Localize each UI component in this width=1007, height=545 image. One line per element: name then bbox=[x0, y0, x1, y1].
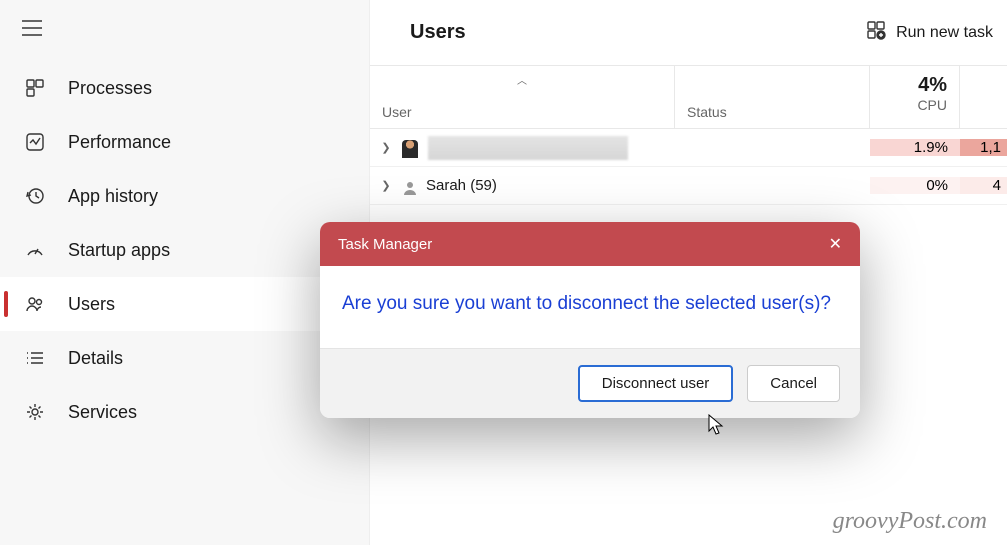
sidebar: Processes Performance App history Startu… bbox=[0, 0, 370, 545]
col-memory[interactable] bbox=[960, 66, 1007, 128]
dialog-titlebar: Task Manager ✕ bbox=[320, 222, 860, 266]
cancel-button[interactable]: Cancel bbox=[747, 365, 840, 402]
disconnect-user-button[interactable]: Disconnect user bbox=[578, 365, 734, 402]
nav-label: App history bbox=[68, 186, 158, 207]
nav-processes[interactable]: Processes bbox=[0, 61, 369, 115]
nav-services[interactable]: Services bbox=[0, 385, 369, 439]
col-status-label: Status bbox=[687, 104, 727, 120]
cell-cpu: 0% bbox=[870, 177, 960, 194]
run-new-task-button[interactable]: Run new task bbox=[866, 20, 993, 45]
run-task-icon bbox=[866, 20, 886, 45]
table-row[interactable]: ❯ Sarah (59) 0% 4 bbox=[370, 167, 1007, 205]
users-icon bbox=[24, 293, 46, 315]
cpu-total: 4% bbox=[918, 74, 947, 97]
dialog-footer: Disconnect user Cancel bbox=[320, 348, 860, 418]
nav-label: Processes bbox=[68, 78, 152, 99]
nav-users[interactable]: Users bbox=[0, 277, 369, 331]
nav-startup-apps[interactable]: Startup apps bbox=[0, 223, 369, 277]
confirm-disconnect-dialog: Task Manager ✕ Are you sure you want to … bbox=[320, 222, 860, 418]
nav-label: Details bbox=[68, 348, 123, 369]
list-icon bbox=[24, 347, 46, 369]
gauge-icon bbox=[24, 239, 46, 261]
nav-label: Users bbox=[68, 294, 115, 315]
run-task-label: Run new task bbox=[896, 24, 993, 42]
watermark: groovyPost.com bbox=[833, 508, 987, 535]
expand-icon[interactable]: ❯ bbox=[378, 141, 394, 154]
cell-user: ❯ bbox=[370, 136, 675, 160]
user-name: Sarah (59) bbox=[426, 177, 497, 194]
grid-icon bbox=[24, 77, 46, 99]
avatar bbox=[400, 138, 420, 158]
nav-label: Performance bbox=[68, 132, 171, 153]
sort-asc-icon: ︿ bbox=[517, 72, 527, 87]
gear-icon bbox=[24, 401, 46, 423]
close-icon[interactable]: ✕ bbox=[829, 234, 842, 254]
nav-label: Services bbox=[68, 402, 137, 423]
nav-list: Processes Performance App history Startu… bbox=[0, 61, 369, 439]
col-user-label: User bbox=[382, 104, 674, 120]
expand-icon[interactable]: ❯ bbox=[378, 179, 394, 192]
col-cpu[interactable]: 4% CPU bbox=[870, 66, 960, 128]
main-header: Users Run new task bbox=[370, 0, 1007, 65]
hamburger-icon bbox=[22, 20, 42, 36]
page-title: Users bbox=[410, 21, 466, 44]
dialog-title: Task Manager bbox=[338, 236, 432, 253]
col-user[interactable]: ︿ User bbox=[370, 66, 675, 128]
dialog-message: Are you sure you want to disconnect the … bbox=[320, 266, 860, 348]
table-row[interactable]: ❯ 1.9% 1,1 bbox=[370, 129, 1007, 167]
nav-label: Startup apps bbox=[68, 240, 170, 261]
cell-memory: 4 bbox=[960, 177, 1007, 194]
activity-icon bbox=[24, 131, 46, 153]
hamburger-menu[interactable] bbox=[0, 8, 369, 61]
avatar-generic-icon bbox=[400, 176, 420, 196]
col-cpu-label: CPU bbox=[917, 97, 947, 113]
nav-details[interactable]: Details bbox=[0, 331, 369, 385]
col-status[interactable]: Status bbox=[675, 66, 870, 128]
cell-memory: 1,1 bbox=[960, 139, 1007, 156]
nav-app-history[interactable]: App history bbox=[0, 169, 369, 223]
cell-cpu: 1.9% bbox=[870, 139, 960, 156]
cell-user: ❯ Sarah (59) bbox=[370, 176, 675, 196]
table-header: ︿ User Status 4% CPU bbox=[370, 65, 1007, 129]
table-body: ❯ 1.9% 1,1 ❯ Sarah (59) 0% 4 bbox=[370, 129, 1007, 205]
nav-performance[interactable]: Performance bbox=[0, 115, 369, 169]
user-name-redacted bbox=[428, 136, 628, 160]
history-icon bbox=[24, 185, 46, 207]
